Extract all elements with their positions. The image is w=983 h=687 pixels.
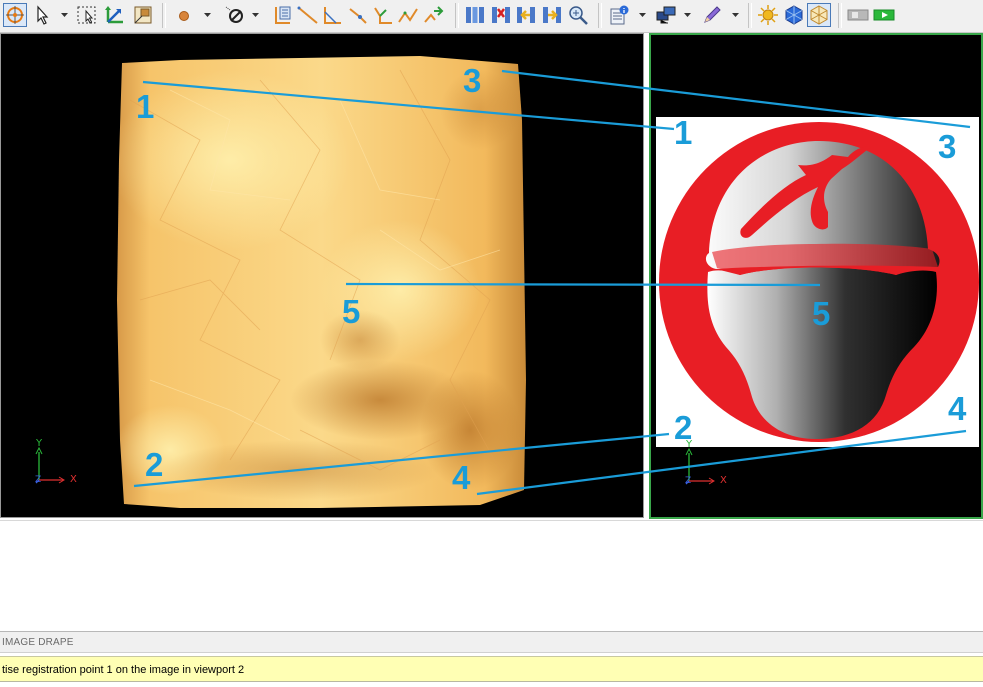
draw-line-button[interactable] (296, 3, 320, 27)
toolbar-separator (748, 3, 752, 28)
z-axis-label: Z (35, 475, 42, 485)
image-drape-panel-header: IMAGE DRAPE (0, 631, 983, 653)
delete-point-icon (225, 6, 243, 23)
move-right-button[interactable] (540, 3, 564, 27)
network-display-dropdown[interactable] (683, 3, 692, 27)
document-info-dropdown[interactable] (638, 3, 647, 27)
viewport-2[interactable]: Y X Z (649, 33, 983, 519)
pencil-button[interactable] (700, 3, 724, 27)
path-icon (374, 7, 392, 24)
toolbar-separator (838, 3, 842, 28)
hexagon-icon (785, 5, 803, 25)
segment-icon (349, 8, 367, 24)
chevron-down-icon (639, 13, 646, 17)
panels-icon (466, 7, 484, 23)
snap-target-icon (6, 6, 24, 24)
wireframe-button[interactable] (807, 3, 831, 27)
delete-point-button[interactable] (222, 3, 246, 27)
axis-transform-button[interactable] (103, 3, 127, 27)
path-button[interactable] (371, 3, 395, 27)
lower-panel (0, 520, 983, 631)
segment-button[interactable] (346, 3, 370, 27)
chevron-down-icon (684, 13, 691, 17)
pencil-icon (704, 6, 721, 23)
select-arrow-button[interactable] (31, 3, 55, 27)
chevron-down-icon (732, 13, 739, 17)
point-dropdown[interactable] (203, 3, 212, 27)
panels-delete-icon (492, 7, 510, 23)
record-off-button[interactable] (846, 3, 870, 27)
line-style-button[interactable] (270, 3, 294, 27)
network-display-icon (656, 6, 676, 24)
polyline-button[interactable] (321, 3, 345, 27)
sun-button[interactable] (756, 3, 780, 27)
play-button[interactable] (872, 3, 896, 27)
zoom-button[interactable] (566, 3, 590, 27)
x-axis-label: X (70, 474, 77, 485)
toolbar-separator (162, 3, 166, 28)
hard-hat-logo-image (659, 122, 979, 442)
document-info-icon (610, 5, 629, 25)
drape-image (656, 117, 979, 447)
image-window-button[interactable] (131, 3, 155, 27)
y-axis-label: Y (36, 438, 43, 449)
document-info-button[interactable] (607, 3, 631, 27)
snap-target-button[interactable] (3, 3, 27, 27)
toolbar-separator (455, 3, 459, 28)
status-bar: tise registration point 1 on the image i… (0, 656, 983, 682)
chevron-down-icon (204, 13, 211, 17)
point-icon (179, 11, 189, 21)
line-style-icon (275, 6, 291, 24)
axis-transform-icon (105, 6, 123, 24)
select-dropdown[interactable] (60, 3, 69, 27)
select-arrow-icon (37, 5, 49, 25)
toolbar-separator (598, 3, 602, 28)
point-button[interactable] (172, 3, 196, 27)
panel-title: IMAGE DRAPE (2, 637, 74, 648)
add-line-icon (424, 6, 444, 23)
chevron-down-icon (252, 13, 259, 17)
chevron-down-icon (61, 13, 68, 17)
move-left-button[interactable] (514, 3, 538, 27)
z-axis-label: Z (685, 476, 692, 486)
status-message: tise registration point 1 on the image i… (2, 664, 245, 676)
y-axis-label: Y (686, 439, 693, 450)
x-axis-label: X (720, 475, 727, 486)
zigzag-line-button[interactable] (396, 3, 420, 27)
move-left-icon (517, 7, 535, 23)
record-off-icon (847, 9, 869, 21)
terrain-surface-view (117, 56, 526, 508)
hexagon-button[interactable] (782, 3, 806, 27)
main-toolbar (0, 0, 983, 33)
polyline-icon (324, 7, 341, 24)
axis-triad: Y X Z (681, 439, 731, 489)
select-box-button[interactable] (75, 3, 99, 27)
panels-button[interactable] (463, 3, 487, 27)
select-box-icon (77, 6, 96, 24)
play-icon (873, 9, 895, 21)
sun-icon (758, 5, 778, 25)
draw-line-icon (297, 6, 318, 24)
zoom-icon (569, 6, 588, 25)
panels-delete-button[interactable] (489, 3, 513, 27)
wireframe-icon (810, 5, 828, 25)
image-window-icon (134, 6, 152, 24)
zigzag-line-icon (398, 8, 418, 23)
viewport-1[interactable]: Y X Z (0, 33, 644, 518)
add-line-button[interactable] (422, 3, 446, 27)
axis-triad: Y X Z (31, 438, 81, 488)
network-display-button[interactable] (654, 3, 678, 27)
pencil-dropdown[interactable] (731, 3, 740, 27)
move-right-icon (543, 7, 561, 23)
delete-point-dropdown[interactable] (251, 3, 260, 27)
